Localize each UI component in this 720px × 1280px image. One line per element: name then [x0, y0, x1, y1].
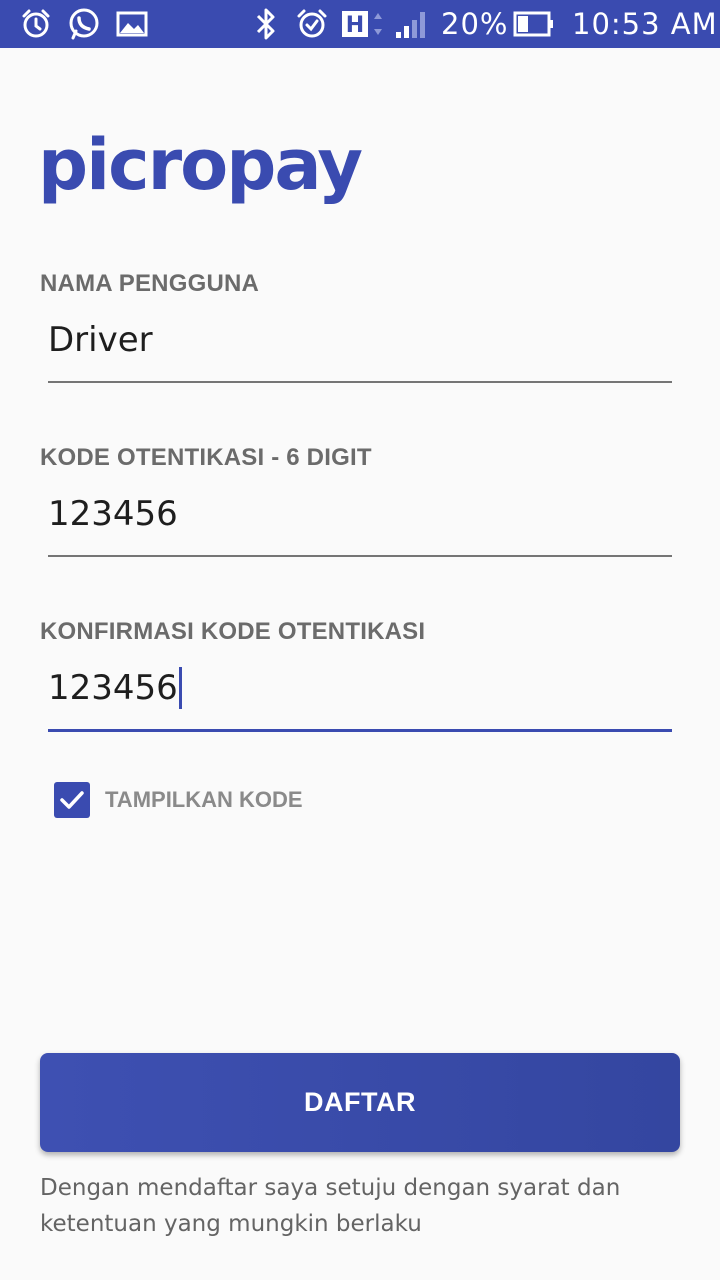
- auth-code-input[interactable]: 123456: [48, 490, 178, 538]
- alarm-clock-icon: [294, 6, 330, 42]
- clock: 10:53 AM: [572, 7, 718, 41]
- signal-icon: [394, 6, 430, 42]
- confirm-code-label: KONFIRMASI KODE OTENTIKASI: [40, 618, 426, 645]
- show-code-label[interactable]: TAMPILKAN KODE: [105, 786, 303, 814]
- app-logo: picropay: [38, 124, 363, 206]
- auth-code-underline: [48, 555, 672, 557]
- gallery-icon: [114, 6, 150, 42]
- battery-icon: [512, 6, 556, 42]
- confirm-code-underline: [48, 729, 672, 732]
- alarm-icon: [18, 6, 54, 42]
- confirm-code-value: 123456: [48, 668, 178, 708]
- text-cursor: [178, 666, 182, 709]
- battery-percent: 20%: [441, 7, 509, 41]
- whatsapp-icon: [66, 6, 102, 42]
- terms-text: Dengan mendaftar saya setuju dengan syar…: [40, 1170, 640, 1242]
- register-button[interactable]: DAFTAR: [40, 1053, 680, 1152]
- auth-code-label: KODE OTENTIKASI - 6 DIGIT: [40, 444, 372, 471]
- network-h-icon: H: [340, 6, 386, 42]
- svg-text:H: H: [346, 13, 364, 38]
- terms-line-2: ketentuan yang mungkin berlaku: [40, 1211, 422, 1237]
- username-label: NAMA PENGGUNA: [40, 270, 260, 297]
- check-icon: [60, 791, 84, 809]
- bluetooth-icon: [248, 6, 284, 42]
- show-code-checkbox[interactable]: [54, 782, 90, 818]
- username-input[interactable]: Driver: [48, 316, 153, 364]
- status-bar: H 20% 10:53 AM: [0, 0, 720, 48]
- terms-line-1: Dengan mendaftar saya setuju dengan syar…: [40, 1175, 621, 1201]
- confirm-code-input[interactable]: 123456: [48, 664, 182, 712]
- username-underline: [48, 381, 672, 383]
